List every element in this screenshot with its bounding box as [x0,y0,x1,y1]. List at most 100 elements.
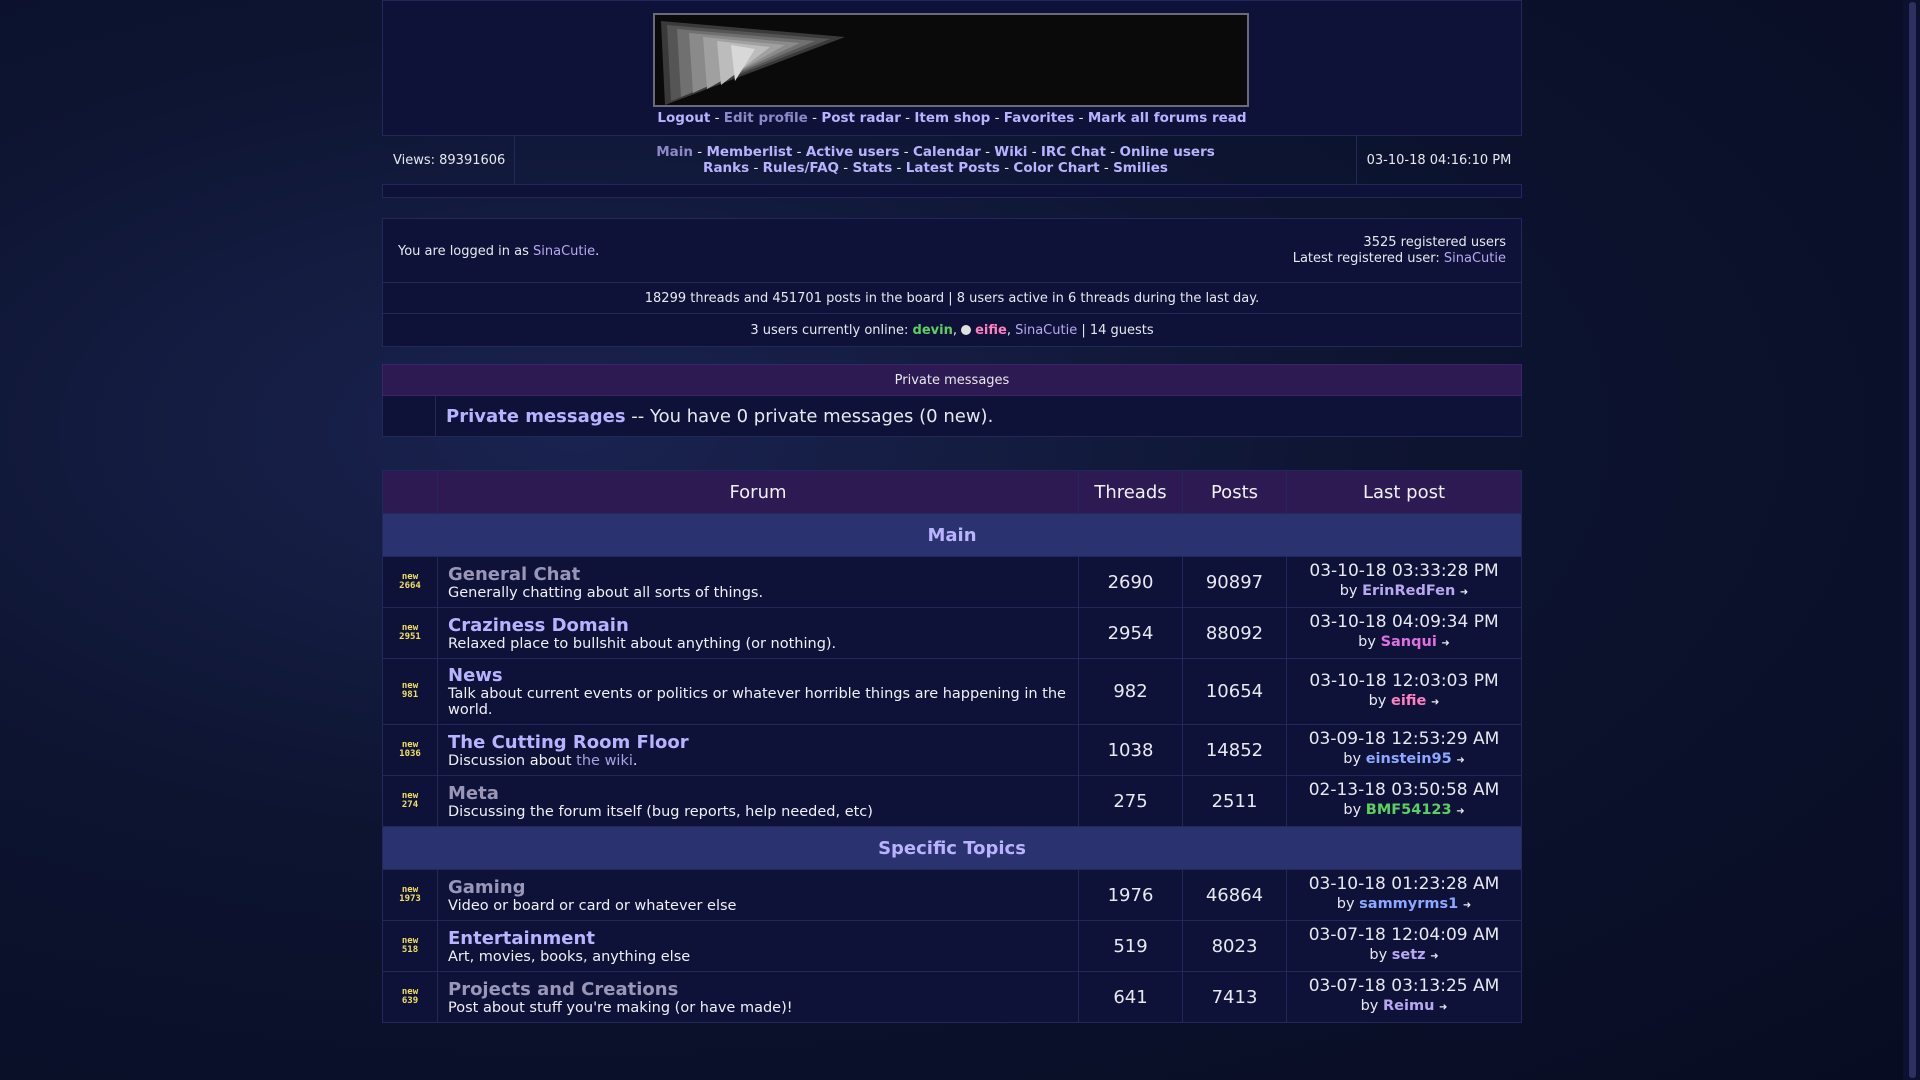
last-post-author-link[interactable]: BMF54123 [1366,802,1452,818]
banner-logo[interactable] [653,13,1249,107]
forum-description: Relaxed place to bullshit about anything… [448,635,837,652]
nav-separator: - [1106,144,1120,160]
nav-link-latest-posts[interactable]: Latest Posts [906,160,1000,176]
nav-link-online-users[interactable]: Online users [1119,144,1214,160]
nav-link-wiki[interactable]: Wiki [994,144,1027,160]
new-badge-count: 981 [401,690,419,700]
go-to-last-post-icon[interactable]: ➜ [1441,638,1449,649]
nav-link-post-radar[interactable]: Post radar [821,110,901,126]
forum-title-link[interactable]: Entertainment [448,928,1068,949]
nav-link-color-chart[interactable]: Color Chart [1013,160,1099,176]
nav-link-ranks[interactable]: Ranks [703,160,749,176]
last-post-author-link[interactable]: Sanqui [1381,634,1437,650]
new-badge-count: 274 [401,799,419,810]
forum-title-link[interactable]: News [448,665,1068,686]
user-avatar-icon [961,325,972,335]
new-badge-count: 1973 [399,893,421,904]
last-post-author-link[interactable]: setz [1392,947,1426,963]
forum-description: Discussion about the wiki. [448,752,638,769]
nav-link-memberlist[interactable]: Memberlist [706,144,792,160]
login-status: You are logged in as SinaCutie. [398,244,600,259]
header-posts: Posts [1182,470,1287,514]
nav-link-main[interactable]: Main [656,144,693,160]
last-post-date: 03-10-18 04:09:34 PM [1309,612,1499,632]
nav-link-mark-all-forums-read[interactable]: Mark all forums read [1088,110,1247,126]
nav-separator: - [1027,144,1041,160]
last-post-author-link[interactable]: Reimu [1383,998,1434,1014]
last-post-cell: 03-09-18 12:53:29 AM by einstein95 ➜ [1286,724,1522,776]
nav-separator: - [839,160,853,176]
board-header: Logout - Edit profile - Post radar - Ite… [382,0,1522,184]
nav-link-logout[interactable]: Logout [657,110,710,126]
last-post-author-link[interactable]: ErinRedFen [1362,583,1455,599]
scrollbar-thumb[interactable] [1909,2,1916,1078]
page-scrollbar[interactable] [1903,0,1920,1080]
forum-title-link[interactable]: Projects and Creations [448,979,1068,1000]
online-users: 3 users currently online: devin, eifie, … [382,314,1522,347]
go-to-last-post-icon[interactable]: ➜ [1430,951,1438,962]
category-title[interactable]: Specific Topics [382,826,1522,870]
go-to-last-post-icon[interactable]: ➜ [1456,806,1464,817]
new-posts-icon: new 2951 [399,623,421,642]
post-count: 90897 [1182,556,1287,608]
nav-separator: - [980,144,995,160]
forum-description: Discussing the forum itself (bug reports… [448,803,873,820]
forum-description: Talk about current events or politics or… [448,686,1066,718]
thread-count: 2690 [1078,556,1183,608]
nav-link-smilies[interactable]: Smilies [1113,160,1168,176]
go-to-last-post-icon[interactable]: ➜ [1463,900,1471,911]
current-user-link[interactable]: SinaCutie [533,244,595,259]
latest-user-link[interactable]: SinaCutie [1444,251,1506,266]
forum-status-cell: new 981 [382,658,438,725]
new-posts-icon: new 981 [402,682,418,700]
top-nav: Logout - Edit profile - Post radar - Ite… [383,110,1521,126]
forum-desc-link[interactable]: the wiki [576,753,633,769]
nav-link-favorites[interactable]: Favorites [1004,110,1075,126]
new-badge-count: 518 [401,944,419,955]
post-count: 88092 [1182,607,1287,659]
banner-graphic [661,21,845,105]
last-post-date: 03-10-18 03:33:28 PM [1309,561,1499,581]
post-count: 14852 [1182,724,1287,776]
forum-title-link[interactable]: Meta [448,783,1068,804]
online-user-eifie[interactable]: eifie [975,323,1007,338]
forum-title-link[interactable]: Craziness Domain [448,615,1068,636]
forum-description: Video or board or card or whatever else [448,897,737,914]
last-post-author-link[interactable]: eifie [1391,693,1426,709]
category-title[interactable]: Main [382,513,1522,557]
last-post-author-link[interactable]: sammyrms1 [1359,896,1458,912]
forum-info-cell: Projects and Creations Post about stuff y… [437,971,1079,1023]
private-messages-link[interactable]: Private messages [446,406,626,427]
last-post-author-link[interactable]: einstein95 [1366,751,1452,767]
go-to-last-post-icon[interactable]: ➜ [1460,587,1468,598]
new-badge-count: 1036 [399,748,421,759]
last-post-cell: 03-10-18 03:33:28 PM by ErinRedFen ➜ [1286,556,1522,608]
go-to-last-post-icon[interactable]: ➜ [1431,697,1439,708]
go-to-last-post-icon[interactable]: ➜ [1456,755,1464,766]
go-to-last-post-icon[interactable]: ➜ [1439,1002,1447,1013]
nav-link-rules-faq[interactable]: Rules/FAQ [763,160,839,176]
forum-title-link[interactable]: The Cutting Room Floor [448,732,1068,753]
forum-row: new 274 Meta Discussing the forum itself (b… [382,775,1522,827]
last-post-date: 03-07-18 12:04:09 AM [1308,925,1500,945]
nav-link-active-users[interactable]: Active users [806,144,900,160]
nav-link-calendar[interactable]: Calendar [913,144,981,160]
forum-table-header: Forum Threads Posts Last post [382,470,1522,514]
nav-link-edit-profile[interactable]: Edit profile [724,110,808,126]
online-user-devin[interactable]: devin [913,323,953,338]
new-posts-icon: new 274 [401,791,419,810]
nav-link-irc-chat[interactable]: IRC Chat [1041,144,1106,160]
forum-status-cell: new 1973 [382,869,438,921]
last-post-date: 03-10-18 12:03:03 PM [1309,670,1499,691]
thread-count: 519 [1078,920,1183,972]
nav-separator: - [1099,160,1114,176]
online-user-sinacutie[interactable]: SinaCutie [1015,323,1077,338]
new-posts-icon: new 1036 [399,740,421,759]
post-count: 10654 [1182,658,1287,725]
forum-title-link[interactable]: Gaming [448,877,1068,898]
nav-link-item-shop[interactable]: Item shop [914,110,990,126]
last-post-cell: 03-07-18 03:13:25 AM by Reimu ➜ [1286,971,1522,1023]
nav-link-stats[interactable]: Stats [852,160,892,176]
forum-title-link[interactable]: General Chat [448,564,1068,585]
nav-separator: - [999,160,1014,176]
